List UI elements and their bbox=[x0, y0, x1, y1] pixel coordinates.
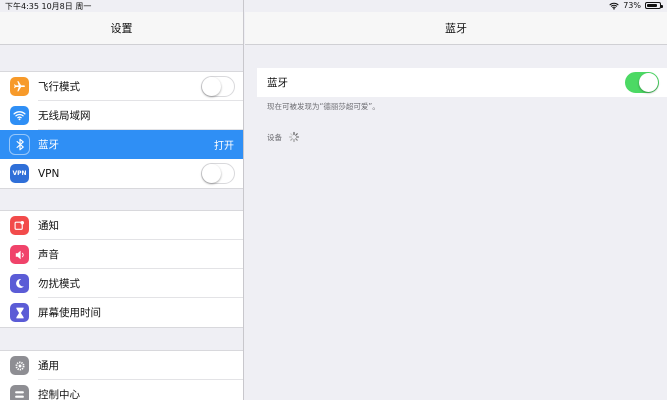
bluetooth-toggle[interactable] bbox=[625, 72, 659, 93]
gear-icon bbox=[10, 356, 29, 375]
settings-group-notifications: 通知 声音 勿扰模式 屏幕使用时间 bbox=[0, 210, 243, 328]
bluetooth-label: 蓝牙 bbox=[267, 77, 288, 89]
notification-icon bbox=[10, 216, 29, 235]
devices-section-header: 设备 bbox=[267, 131, 300, 143]
battery-icon bbox=[645, 2, 663, 9]
airplane-mode-toggle[interactable] bbox=[201, 76, 235, 97]
airplane-icon bbox=[10, 77, 29, 96]
toggle-knob bbox=[639, 73, 658, 92]
discoverable-note: 现在可被发现为“德丽莎超可爱”。 bbox=[267, 102, 380, 111]
vpn-icon: VPN bbox=[10, 164, 29, 183]
loading-spinner-icon bbox=[288, 131, 300, 143]
battery-percent: 73% bbox=[623, 1, 641, 10]
control-center-icon bbox=[10, 385, 29, 400]
sidebar-item-bluetooth[interactable]: 蓝牙 打开 bbox=[0, 130, 243, 159]
status-bar: 下午4:35 10月8日 周一 73% bbox=[0, 0, 667, 12]
master-title: 设置 bbox=[110, 22, 133, 35]
sidebar-item-control-center[interactable]: 控制中心 bbox=[0, 380, 243, 400]
sidebar-item-wifi[interactable]: 无线局域网 bbox=[0, 101, 243, 130]
wifi-status-icon bbox=[609, 2, 619, 10]
hourglass-icon bbox=[10, 303, 29, 322]
sound-icon bbox=[10, 245, 29, 264]
sidebar-item-label: 飞行模式 bbox=[38, 81, 80, 93]
sidebar-item-vpn[interactable]: VPN VPN bbox=[0, 159, 243, 188]
toggle-knob bbox=[202, 77, 221, 96]
sidebar-item-label: VPN bbox=[38, 167, 60, 180]
sidebar-item-label: 勿扰模式 bbox=[38, 278, 80, 290]
sidebar-item-label: 通知 bbox=[38, 220, 59, 232]
sidebar-item-sounds[interactable]: 声音 bbox=[0, 240, 243, 269]
toggle-knob bbox=[202, 164, 221, 183]
wifi-icon bbox=[10, 106, 29, 125]
status-right: 73% bbox=[609, 1, 663, 10]
detail-nav-bar: 蓝牙 bbox=[245, 12, 667, 45]
sidebar-item-do-not-disturb[interactable]: 勿扰模式 bbox=[0, 269, 243, 298]
bluetooth-icon bbox=[10, 135, 29, 154]
vpn-toggle[interactable] bbox=[201, 163, 235, 184]
settings-master-pane: 设置 飞行模式 无线局域网 蓝牙 打开 VPN VPN 通知 声音 勿扰模式 屏… bbox=[0, 0, 244, 400]
sidebar-item-label: 声音 bbox=[38, 249, 59, 261]
sidebar-item-screen-time[interactable]: 屏幕使用时间 bbox=[0, 298, 243, 327]
sidebar-item-notifications[interactable]: 通知 bbox=[0, 211, 243, 240]
sidebar-item-label: 控制中心 bbox=[38, 389, 80, 400]
settings-group-general: 通用 控制中心 bbox=[0, 350, 243, 400]
status-time-date: 下午4:35 10月8日 周一 bbox=[5, 2, 92, 11]
sidebar-item-airplane-mode[interactable]: 飞行模式 bbox=[0, 72, 243, 101]
settings-group-connectivity: 飞行模式 无线局域网 蓝牙 打开 VPN VPN bbox=[0, 71, 243, 189]
devices-label: 设备 bbox=[267, 132, 282, 142]
sidebar-item-label: 屏幕使用时间 bbox=[38, 307, 101, 319]
moon-icon bbox=[10, 274, 29, 293]
sidebar-item-label: 蓝牙 bbox=[38, 139, 59, 151]
vpn-icon-text: VPN bbox=[12, 170, 27, 177]
sidebar-item-label: 通用 bbox=[38, 360, 59, 372]
sidebar-item-general[interactable]: 通用 bbox=[0, 351, 243, 380]
sidebar-item-label: 无线局域网 bbox=[38, 110, 91, 122]
detail-title: 蓝牙 bbox=[445, 22, 467, 35]
bluetooth-toggle-row: 蓝牙 bbox=[257, 68, 667, 97]
bluetooth-detail-pane: 蓝牙 蓝牙 现在可被发现为“德丽莎超可爱”。 设备 bbox=[245, 0, 667, 400]
bluetooth-status-value: 打开 bbox=[214, 141, 234, 152]
master-nav-bar: 设置 bbox=[0, 12, 243, 45]
